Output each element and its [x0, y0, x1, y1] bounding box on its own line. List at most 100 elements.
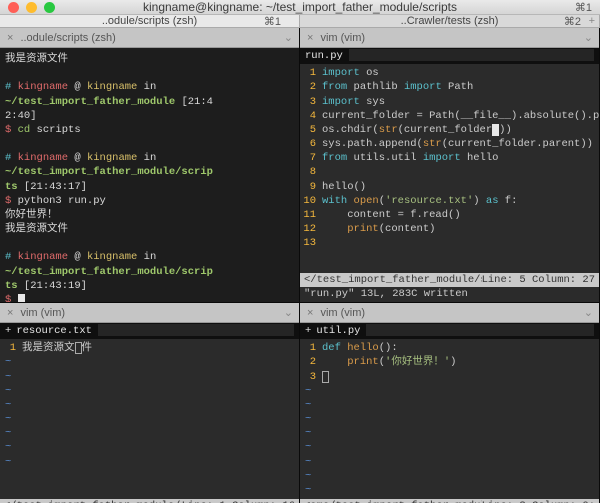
pane-tabbar: × vim (vim) ⌄	[0, 303, 299, 323]
line-number: 10	[300, 194, 322, 208]
code-line: 10with open('resource.txt') as f:	[300, 194, 599, 208]
pane-tab-label[interactable]: vim (vim)	[320, 32, 375, 44]
buffer-filename: util.py	[316, 324, 360, 338]
buffer-header: + util.py	[300, 323, 599, 339]
line-number: 6	[300, 137, 322, 151]
code-line: 4current_folder = Path(__file__).absolut…	[300, 109, 599, 123]
window-shortcut: ⌘1	[575, 1, 592, 14]
dropdown-icon[interactable]: ⌄	[284, 31, 299, 44]
line-number: 1	[300, 66, 322, 80]
split-tab-right[interactable]: ..Crawler/tests (zsh) ⌘2 +	[300, 15, 600, 27]
buffer-filename: run.py	[305, 49, 343, 63]
buffer-header: + resource.txt	[0, 323, 299, 339]
statusbar: </test_import_father_module/scripts Line…	[300, 273, 599, 287]
empty-line-tilde: ~	[300, 412, 599, 426]
code-line: 1import os	[300, 66, 599, 80]
line-number: 7	[300, 151, 322, 165]
close-tab-icon[interactable]: ×	[0, 307, 20, 319]
line-number: 2	[300, 355, 322, 369]
close-tab-icon[interactable]: ×	[0, 32, 20, 44]
editor-area[interactable]: run.py 1import os2from pathlib import Pa…	[300, 48, 599, 273]
statusbar: <ame/test_import_father_module/utils Lin…	[300, 499, 599, 503]
terminal-line: 我是资源文件	[5, 222, 294, 236]
line-number: 11	[300, 208, 322, 222]
terminal-line: $ cd scripts	[5, 123, 294, 137]
pane-tab-label[interactable]: ..odule/scripts (zsh)	[20, 32, 125, 44]
pane-tabbar: × ..odule/scripts (zsh) ⌄	[0, 28, 299, 48]
close-tab-icon[interactable]: ×	[300, 32, 320, 44]
empty-line-tilde: ~	[0, 355, 299, 369]
code-line: 7from utils.util import hello	[300, 151, 599, 165]
editor-area[interactable]: + util.py 1def hello():2 print('你好世界！')3…	[300, 323, 599, 499]
split-tab-label: ..Crawler/tests (zsh)	[300, 15, 599, 27]
terminal-line: # kingname @ kingname in ~/test_import_f…	[5, 250, 294, 278]
dropdown-icon[interactable]: ⌄	[584, 31, 599, 44]
split-tab-label: ..odule/scripts (zsh)	[0, 15, 299, 27]
empty-line-tilde: ~	[300, 483, 599, 497]
plus-icon[interactable]: +	[589, 15, 595, 27]
empty-line-tilde: ~	[300, 426, 599, 440]
code-body[interactable]: 1def hello():2 print('你好世界！')3~~~~~~~~	[300, 339, 599, 499]
window-title: kingname@kingname: ~/test_import_father_…	[0, 0, 600, 14]
terminal-line	[5, 236, 294, 250]
pane-top-left: × ..odule/scripts (zsh) ⌄ 我是资源文件 # kingn…	[0, 28, 300, 303]
line-number: 8	[300, 165, 322, 179]
split-tabs: ..odule/scripts (zsh) ⌘1 ..Crawler/tests…	[0, 15, 600, 28]
terminal-line: ts [21:43:19]	[5, 279, 294, 293]
zoom-icon[interactable]	[44, 2, 55, 13]
split-tab-badge: ⌘1	[264, 15, 281, 28]
close-tab-icon[interactable]: ×	[300, 307, 320, 319]
code-line: 8	[300, 165, 599, 179]
terminal-window: kingname@kingname: ~/test_import_father_…	[0, 0, 600, 503]
buffer-bar	[366, 324, 594, 336]
code-body[interactable]: 1我是资源文件~~~~~~~~	[0, 339, 299, 471]
line-number: 4	[300, 109, 322, 123]
line-number: 13	[300, 236, 322, 250]
empty-line-tilde: ~	[0, 412, 299, 426]
pane-grid: × ..odule/scripts (zsh) ⌄ 我是资源文件 # kingn…	[0, 28, 600, 503]
code-line: 9hello()	[300, 180, 599, 194]
pane-tab-label[interactable]: vim (vim)	[320, 307, 375, 319]
empty-line-tilde: ~	[300, 455, 599, 469]
terminal-line: 你好世界！	[5, 208, 294, 222]
line-number: 2	[300, 80, 322, 94]
message-line: "run.py" 13L, 283C written	[300, 287, 599, 302]
empty-line-tilde: ~	[0, 384, 299, 398]
code-line: 2from pathlib import Path	[300, 80, 599, 94]
titlebar[interactable]: kingname@kingname: ~/test_import_father_…	[0, 0, 600, 15]
statusbar: </test_import_father_module/scripts Line…	[0, 499, 299, 503]
code-line: 1def hello():	[300, 341, 599, 355]
code-line: 11 content = f.read()	[300, 208, 599, 222]
pane-tabbar: × vim (vim) ⌄	[300, 303, 599, 323]
minimize-icon[interactable]	[26, 2, 37, 13]
code-line: 12 print(content)	[300, 222, 599, 236]
split-tab-left[interactable]: ..odule/scripts (zsh) ⌘1	[0, 15, 300, 27]
terminal-line: 2:40]	[5, 109, 294, 123]
terminal-output[interactable]: 我是资源文件 # kingname @ kingname in ~/test_i…	[0, 48, 299, 302]
code-line: 3	[300, 370, 599, 384]
line-number: 9	[300, 180, 322, 194]
pane-top-right: × vim (vim) ⌄ run.py 1import os2from pat…	[300, 28, 600, 303]
code-line: 1我是资源文件	[0, 341, 299, 355]
buffer-header: run.py	[300, 48, 599, 64]
empty-line-tilde: ~	[0, 455, 299, 469]
line-number: 12	[300, 222, 322, 236]
code-body[interactable]: 1import os2from pathlib import Path3impo…	[300, 64, 599, 252]
empty-line-tilde: ~	[0, 370, 299, 384]
terminal-line: ts [21:43:17]	[5, 180, 294, 194]
line-number: 1	[300, 341, 322, 355]
pane-tab-label[interactable]: vim (vim)	[20, 307, 75, 319]
empty-line-tilde: ~	[300, 469, 599, 483]
line-number: 5	[300, 123, 322, 137]
split-tab-badge: ⌘2	[564, 15, 581, 28]
empty-line-tilde: ~	[0, 440, 299, 454]
terminal-line: $	[5, 293, 294, 302]
close-icon[interactable]	[8, 2, 19, 13]
dropdown-icon[interactable]: ⌄	[584, 306, 599, 319]
line-number: 3	[300, 95, 322, 109]
dropdown-icon[interactable]: ⌄	[284, 306, 299, 319]
terminal-line: # kingname @ kingname in ~/test_import_f…	[5, 80, 294, 108]
empty-line-tilde: ~	[0, 426, 299, 440]
empty-line-tilde: ~	[0, 398, 299, 412]
editor-area[interactable]: + resource.txt 1我是资源文件~~~~~~~~	[0, 323, 299, 499]
